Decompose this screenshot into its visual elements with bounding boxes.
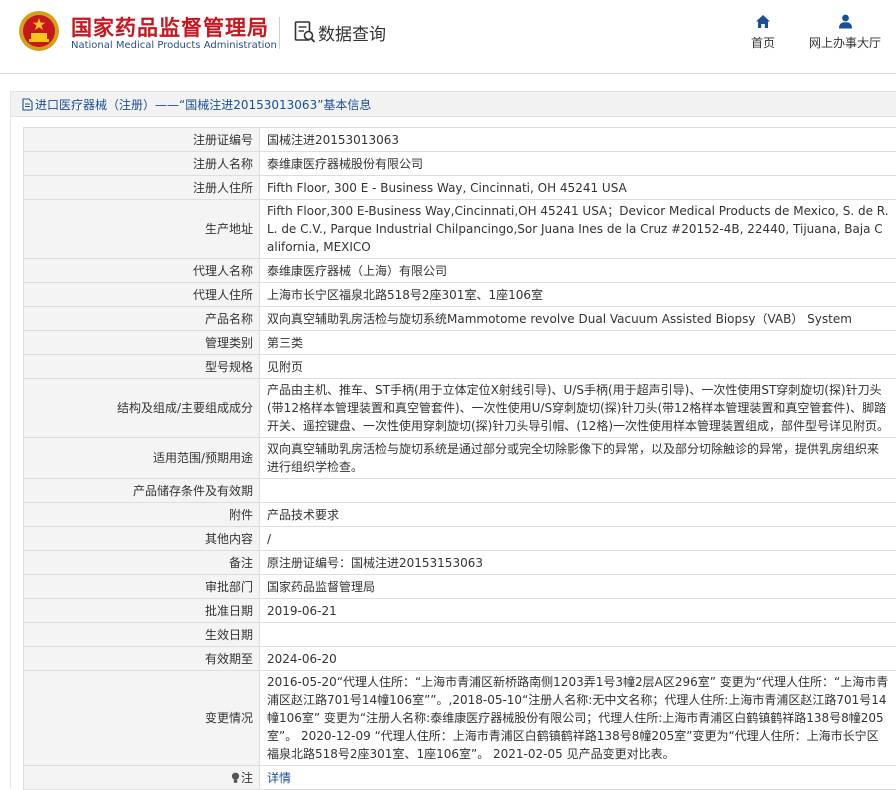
table-row: 代理人名称泰维康医疗器械（上海）有限公司 bbox=[24, 259, 896, 283]
table-row: 型号规格见附页 bbox=[24, 355, 896, 379]
row-value: 双向真空辅助乳房活检与旋切系统Mammotome revolve Dual Va… bbox=[260, 307, 896, 331]
page-title: 数据查询 bbox=[318, 20, 386, 45]
table-row: 注册人名称泰维康医疗器械股份有限公司 bbox=[24, 152, 896, 176]
row-label: 代理人名称 bbox=[24, 259, 260, 283]
row-label: 产品名称 bbox=[24, 307, 260, 331]
national-emblem-icon bbox=[18, 10, 60, 52]
row-value: 国械注进20153013063 bbox=[260, 128, 896, 152]
row-label: 生产地址 bbox=[24, 200, 260, 259]
nav-online-hall-link[interactable]: 网上办事大厅 bbox=[805, 14, 885, 51]
document-icon bbox=[22, 98, 33, 111]
row-value: 2024-06-20 bbox=[260, 647, 896, 671]
table-row: 审批部门国家药品监督管理局 bbox=[24, 575, 896, 599]
row-label: 注册人住所 bbox=[24, 176, 260, 200]
row-label: 生效日期 bbox=[24, 623, 260, 647]
row-label: 附件 bbox=[24, 503, 260, 527]
row-value: 上海市长宁区福泉北路518号2座301室、1座106室 bbox=[260, 283, 896, 307]
row-value: 原注册证编号：国械注进20153153063 bbox=[260, 551, 896, 575]
row-label: 批准日期 bbox=[24, 599, 260, 623]
note-value-cell: 详情 bbox=[260, 766, 896, 790]
table-row: 管理类别第三类 bbox=[24, 331, 896, 355]
breadcrumb-text: 进口医疗器械（注册）——“国械注进20153013063”基本信息 bbox=[35, 98, 371, 112]
row-value: Fifth Floor,300 E-Business Way,Cincinnat… bbox=[260, 200, 896, 259]
row-label: 注册证编号 bbox=[24, 128, 260, 152]
row-label: 审批部门 bbox=[24, 575, 260, 599]
row-label: 代理人住所 bbox=[24, 283, 260, 307]
note-label-cell: 注 bbox=[24, 766, 260, 790]
row-label: 管理类别 bbox=[24, 331, 260, 355]
user-icon bbox=[838, 14, 853, 29]
registration-info-table: 注册证编号国械注进20153013063 注册人名称泰维康医疗器械股份有限公司 … bbox=[23, 127, 896, 790]
table-row: 变更情况2016-05-20“代理人住所：“上海市青浦区新桥路南侧1203弄1号… bbox=[24, 671, 896, 766]
row-value bbox=[260, 623, 896, 647]
row-label: 变更情况 bbox=[24, 671, 260, 766]
data-query-icon bbox=[294, 20, 316, 44]
row-value: 2016-05-20“代理人住所：“上海市青浦区新桥路南侧1203弄1号3幢2层… bbox=[260, 671, 896, 766]
row-value: 泰维康医疗器械（上海）有限公司 bbox=[260, 259, 896, 283]
row-value: 第三类 bbox=[260, 331, 896, 355]
table-row: 有效期至2024-06-20 bbox=[24, 647, 896, 671]
row-label: 有效期至 bbox=[24, 647, 260, 671]
row-label: 注册人名称 bbox=[24, 152, 260, 176]
table-row: 生产地址Fifth Floor,300 E-Business Way,Cinci… bbox=[24, 200, 896, 259]
table-row: 注册证编号国械注进20153013063 bbox=[24, 128, 896, 152]
nav-home-link[interactable]: 首页 bbox=[749, 14, 777, 51]
header-divider bbox=[279, 17, 280, 49]
table-row: 结构及组成/主要组成成分产品由主机、推车、ST手柄(用于立体定位X射线引导)、U… bbox=[24, 379, 896, 438]
table-row: 其他内容/ bbox=[24, 527, 896, 551]
table-row: 代理人住所上海市长宁区福泉北路518号2座301室、1座106室 bbox=[24, 283, 896, 307]
row-value: 双向真空辅助乳房活检与旋切系统是通过部分或完全切除影像下的异常，以及部分切除触诊… bbox=[260, 438, 896, 479]
row-value: Fifth Floor, 300 E - Business Way, Cinci… bbox=[260, 176, 896, 200]
row-value: 2019-06-21 bbox=[260, 599, 896, 623]
row-label: 备注 bbox=[24, 551, 260, 575]
org-name-cn[interactable]: 国家药品监督管理局 bbox=[71, 12, 269, 42]
breadcrumb: 进口医疗器械（注册）——“国械注进20153013063”基本信息 bbox=[22, 96, 371, 113]
note-label: 注 bbox=[241, 771, 253, 785]
nav-online-hall-label: 网上办事大厅 bbox=[809, 36, 881, 50]
row-value: 产品技术要求 bbox=[260, 503, 896, 527]
table-row: 附件产品技术要求 bbox=[24, 503, 896, 527]
row-label: 其他内容 bbox=[24, 527, 260, 551]
details-link[interactable]: 详情 bbox=[267, 771, 291, 785]
detail-panel: 注册证编号国械注进20153013063 注册人名称泰维康医疗器械股份有限公司 … bbox=[10, 117, 896, 788]
row-value bbox=[260, 479, 896, 503]
table-row: 适用范围/预期用途双向真空辅助乳房活检与旋切系统是通过部分或完全切除影像下的异常… bbox=[24, 438, 896, 479]
org-name-en[interactable]: National Medical Products Administration bbox=[71, 40, 277, 51]
site-header: 国家药品监督管理局 National Medical Products Admi… bbox=[0, 0, 896, 74]
table-row: 生效日期 bbox=[24, 623, 896, 647]
table-row: 备注原注册证编号：国械注进20153153063 bbox=[24, 551, 896, 575]
row-value: / bbox=[260, 527, 896, 551]
row-value: 见附页 bbox=[260, 355, 896, 379]
row-value: 产品由主机、推车、ST手柄(用于立体定位X射线引导)、U/S手柄(用于超声引导)… bbox=[260, 379, 896, 438]
table-row: 产品名称双向真空辅助乳房活检与旋切系统Mammotome revolve Dua… bbox=[24, 307, 896, 331]
home-icon bbox=[755, 14, 771, 29]
row-label: 型号规格 bbox=[24, 355, 260, 379]
lightbulb-icon bbox=[231, 772, 240, 784]
row-label: 产品储存条件及有效期 bbox=[24, 479, 260, 503]
breadcrumb-bar: 进口医疗器械（注册）——“国械注进20153013063”基本信息 bbox=[10, 91, 896, 117]
row-label: 适用范围/预期用途 bbox=[24, 438, 260, 479]
table-row: 注册人住所Fifth Floor, 300 E - Business Way, … bbox=[24, 176, 896, 200]
row-value: 国家药品监督管理局 bbox=[260, 575, 896, 599]
row-value: 泰维康医疗器械股份有限公司 bbox=[260, 152, 896, 176]
table-row: 产品储存条件及有效期 bbox=[24, 479, 896, 503]
table-row: 注 详情 bbox=[24, 766, 896, 790]
nav-home-label: 首页 bbox=[751, 36, 775, 50]
table-row: 批准日期2019-06-21 bbox=[24, 599, 896, 623]
row-label: 结构及组成/主要组成成分 bbox=[24, 379, 260, 438]
